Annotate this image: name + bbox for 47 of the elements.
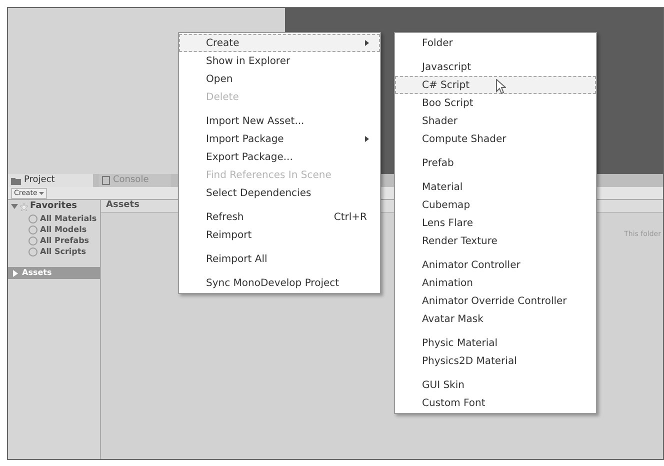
- mouse-cursor-icon: [496, 79, 506, 94]
- menu-item[interactable]: Sync MonoDevelop Project: [179, 274, 380, 292]
- menu-item[interactable]: Prefab: [395, 154, 596, 172]
- tree-row[interactable]: All Models: [8, 224, 100, 235]
- menu-item[interactable]: Animation: [395, 274, 596, 292]
- caret-icon: [39, 192, 44, 194]
- menu-item[interactable]: Render Texture: [395, 232, 596, 250]
- menu-item[interactable]: C# Script: [395, 76, 596, 94]
- star-icon: [20, 202, 28, 210]
- console-icon: [102, 176, 110, 185]
- menu-item[interactable]: Boo Script: [395, 94, 596, 112]
- menu-item[interactable]: Select Dependencies: [179, 184, 380, 202]
- menu-item[interactable]: Export Package...: [179, 148, 380, 166]
- menu-item[interactable]: Material: [395, 178, 596, 196]
- submenu-arrow-icon: [365, 40, 369, 46]
- menu-item[interactable]: Import Package: [179, 130, 380, 148]
- panel-tab[interactable]: Project: [8, 174, 93, 187]
- menu-item[interactable]: Cubemap: [395, 196, 596, 214]
- shortcut-label: Ctrl+R: [334, 210, 367, 224]
- menu-item[interactable]: Physics2D Material: [395, 352, 596, 370]
- menu-item[interactable]: Create: [179, 34, 380, 52]
- collapse-triangle-icon[interactable]: [12, 270, 19, 276]
- menu-item[interactable]: Animator Controller: [395, 256, 596, 274]
- breadcrumb-label[interactable]: Assets: [106, 199, 140, 213]
- menu-item[interactable]: Shader: [395, 112, 596, 130]
- menu-item[interactable]: Open: [179, 70, 380, 88]
- tree-row[interactable]: All Scripts: [8, 246, 100, 257]
- submenu-arrow-icon: [365, 136, 369, 142]
- menu-item[interactable]: Physic Material: [395, 334, 596, 352]
- tree-row[interactable]: All Materials: [8, 213, 100, 224]
- menu-item[interactable]: Custom Font: [395, 394, 596, 412]
- menu-item[interactable]: Animator Override Controller: [395, 292, 596, 310]
- expand-triangle-icon[interactable]: [11, 203, 18, 210]
- menu-item[interactable]: Lens Flare: [395, 214, 596, 232]
- menu-item[interactable]: Refresh Ctrl+R: [179, 208, 380, 226]
- tree-row[interactable]: Favorites: [8, 200, 100, 213]
- menu-item[interactable]: Compute Shader: [395, 130, 596, 148]
- tree-row[interactable]: All Prefabs: [8, 235, 100, 246]
- menu-item[interactable]: Reimport: [179, 226, 380, 244]
- menu-item[interactable]: Avatar Mask: [395, 310, 596, 328]
- menu-item[interactable]: Javascript: [395, 58, 596, 76]
- menu-item[interactable]: Import New Asset...: [179, 112, 380, 130]
- folder-icon: [11, 176, 21, 184]
- menu-item[interactable]: Show in Explorer: [179, 52, 380, 70]
- menu-item[interactable]: Reimport All: [179, 250, 380, 268]
- menu-item[interactable]: GUI Skin: [395, 376, 596, 394]
- menu-item[interactable]: Folder: [395, 34, 596, 52]
